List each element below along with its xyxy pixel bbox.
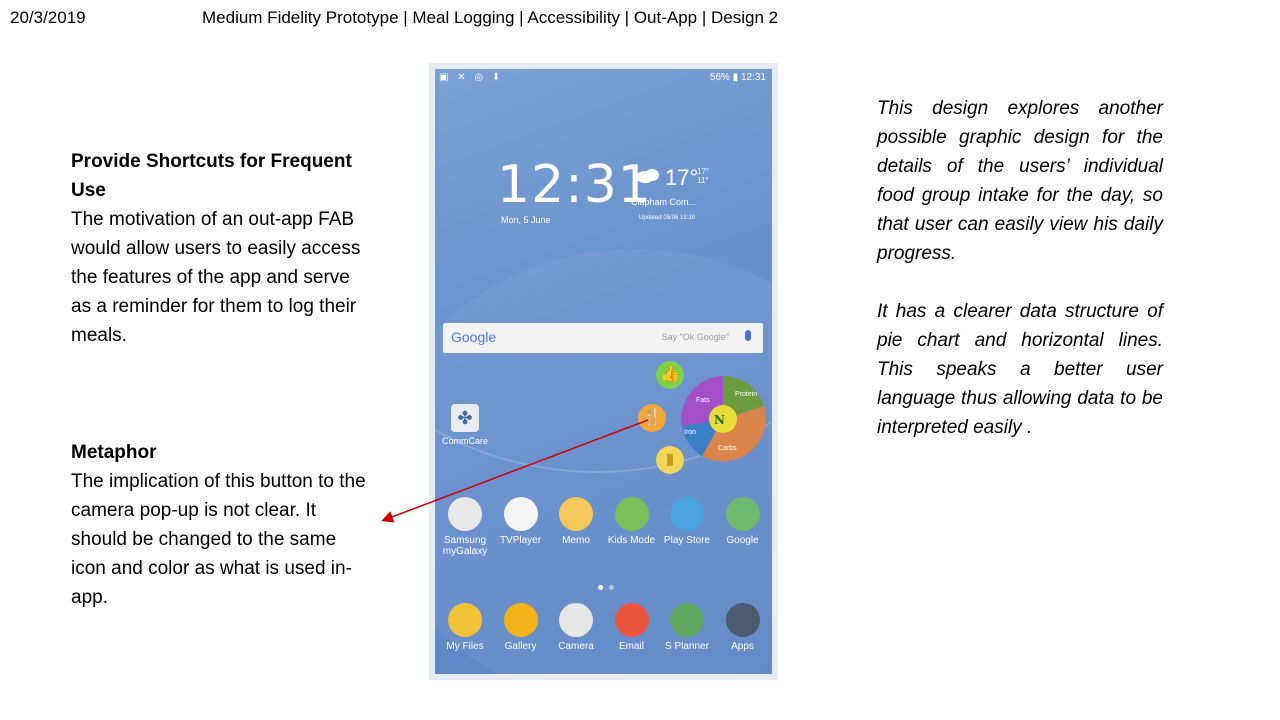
shortcuts-body: The motivation of an out-app FAB would a… bbox=[71, 209, 361, 346]
app-label: TVPlayer bbox=[499, 535, 542, 546]
app-my-files[interactable]: My Files bbox=[437, 603, 493, 652]
app-label: S Planner bbox=[665, 641, 709, 652]
home-screen: ▣ ✕ ◎ ⬇ 56% ▮ 12:31 12:31 Mon, 5 June 17… bbox=[435, 69, 772, 674]
location-label: Clapham Com... bbox=[631, 197, 697, 207]
cloud-icon bbox=[636, 169, 659, 183]
pie-label-iron: Iron bbox=[684, 429, 696, 436]
metaphor-body: The implication of this button to the ca… bbox=[71, 471, 366, 608]
camera-icon bbox=[559, 603, 593, 637]
status-right: 56% ▮ 12:31 bbox=[709, 72, 766, 83]
app-label: Google bbox=[726, 535, 759, 546]
phone-mockup: ▣ ✕ ◎ ⬇ 56% ▮ 12:31 12:31 Mon, 5 June 17… bbox=[429, 63, 778, 680]
app-label: My Files bbox=[446, 641, 484, 652]
temperature: 17° bbox=[665, 165, 699, 190]
app-kids-mode[interactable]: Kids Mode bbox=[604, 497, 660, 546]
play-store-icon bbox=[670, 497, 704, 531]
description-para-2: It has a clearer data structure of pie c… bbox=[877, 301, 1163, 438]
app-memo[interactable]: Memo bbox=[548, 497, 604, 546]
app-email[interactable]: Email bbox=[604, 603, 660, 652]
pie-label-fats: Fats bbox=[696, 397, 710, 404]
app-label: Memo bbox=[562, 535, 590, 546]
app-s-planner[interactable]: S Planner bbox=[659, 603, 715, 652]
app-apps-grid[interactable]: Apps bbox=[715, 603, 771, 652]
gallery-icon bbox=[503, 603, 538, 637]
tvplayer-icon bbox=[503, 497, 538, 531]
google-folder-icon bbox=[725, 497, 760, 531]
apps-grid-icon bbox=[725, 603, 760, 637]
status-bar: ▣ ✕ ◎ ⬇ 56% ▮ 12:31 bbox=[435, 69, 772, 87]
shortcuts-heading: Provide Shortcuts for Frequent Use bbox=[71, 151, 352, 201]
svg-text:N: N bbox=[714, 413, 725, 427]
slide-title: Medium Fidelity Prototype | Meal Logging… bbox=[202, 8, 779, 27]
google-logo: Google bbox=[451, 329, 497, 345]
app-galaxy[interactable]: Samsung myGalaxy bbox=[437, 497, 493, 557]
galaxy-icon bbox=[448, 497, 482, 531]
app-camera[interactable]: Camera bbox=[548, 603, 604, 652]
app-dock: My Files Gallery Camera Email S Planner Apps bbox=[435, 603, 772, 673]
metaphor-heading: Metaphor bbox=[71, 442, 157, 463]
notification-icons: ▣ ✕ ◎ ⬇ bbox=[439, 72, 504, 83]
app-play-store[interactable]: Play Store bbox=[659, 497, 715, 546]
commcare-app[interactable]: ✤ CommCare bbox=[439, 404, 491, 446]
page-indicator bbox=[595, 577, 617, 595]
email-icon bbox=[614, 603, 649, 637]
app-google-folder[interactable]: Google bbox=[715, 497, 771, 546]
updated-label: Updated 05/06 12:30 bbox=[639, 215, 696, 221]
temp-range: 17° 11° bbox=[697, 167, 710, 185]
google-search-bar[interactable]: Google Say "Ok Google" bbox=[443, 323, 763, 353]
commcare-icon: ✤ bbox=[451, 404, 479, 432]
kids-mode-icon bbox=[614, 497, 649, 531]
s-planner-icon bbox=[670, 603, 704, 637]
pie-label-protein: Protein bbox=[735, 391, 757, 398]
date-label: Mon, 5 June bbox=[501, 215, 551, 225]
commcare-label: CommCare bbox=[441, 436, 488, 446]
pie-label-carbs: Carbs bbox=[718, 445, 737, 452]
mic-icon[interactable] bbox=[745, 330, 751, 341]
meal-fab-button[interactable]: 🍴 bbox=[638, 404, 666, 432]
app-label: Email bbox=[618, 641, 644, 652]
app-label: Apps bbox=[731, 641, 754, 652]
design-description: This design explores another possible gr… bbox=[877, 94, 1163, 471]
slide-date: 20/3/2019 bbox=[10, 8, 86, 27]
app-gallery[interactable]: Gallery bbox=[493, 603, 549, 652]
app-label: Gallery bbox=[504, 641, 537, 652]
description-para-1: This design explores another possible gr… bbox=[877, 98, 1163, 264]
app-label: Play Store bbox=[663, 535, 711, 546]
clock-widget[interactable]: 12:31 bbox=[497, 159, 652, 211]
memo-icon bbox=[559, 497, 593, 531]
shortcuts-note: Provide Shortcuts for Frequent Use The m… bbox=[71, 147, 371, 350]
app-label: Camera bbox=[558, 641, 594, 652]
voice-hint: Say "Ok Google" bbox=[661, 332, 729, 342]
app-label: Kids Mode bbox=[607, 535, 656, 546]
my-files-icon bbox=[448, 603, 482, 637]
food-group-pie-chart[interactable]: N Fats Protein Iron Carbs bbox=[680, 376, 766, 462]
metaphor-note: Metaphor The implication of this button … bbox=[71, 438, 371, 612]
app-row-1: Samsung myGalaxy TVPlayer Memo Kids Mode Pla… bbox=[435, 497, 772, 567]
app-label: Samsung myGalaxy bbox=[442, 535, 488, 557]
app-tvplayer[interactable]: TVPlayer bbox=[493, 497, 549, 546]
